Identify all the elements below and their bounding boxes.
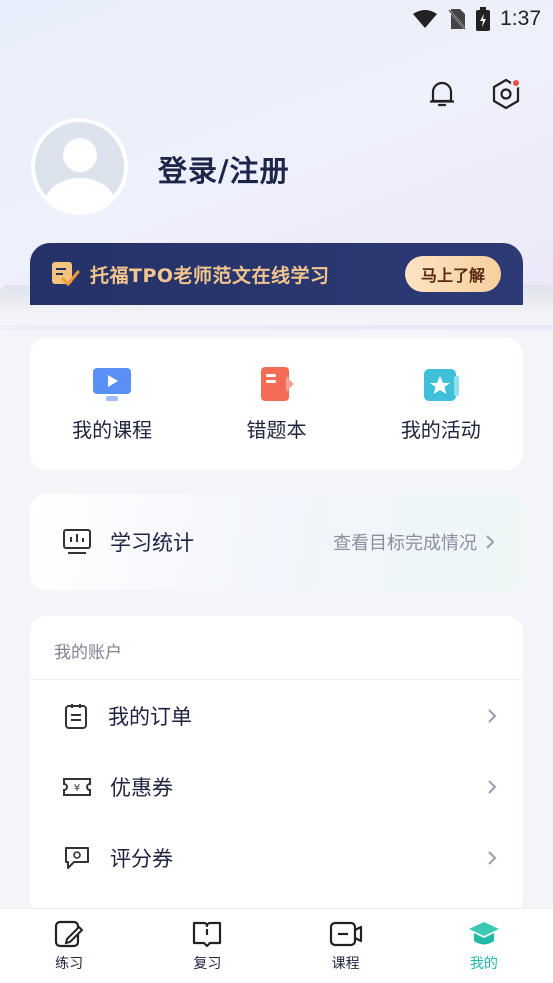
login-register-link[interactable]: 登录/注册 bbox=[158, 148, 290, 190]
no-sim-icon bbox=[448, 9, 466, 30]
status-bar: 1:37 bbox=[0, 0, 553, 38]
my-courses-button[interactable]: 我的课程 bbox=[37, 366, 187, 443]
bell-icon bbox=[430, 81, 454, 107]
error-book-button[interactable]: 错题本 bbox=[201, 366, 351, 443]
battery-icon bbox=[476, 7, 491, 31]
course-play-icon bbox=[93, 367, 132, 401]
quick-action-label: 我的活动 bbox=[400, 417, 481, 442]
banner-learn-more-button[interactable]: 马上了解 bbox=[404, 256, 501, 292]
quick-action-label: 我的课程 bbox=[72, 417, 153, 442]
settings-button[interactable] bbox=[489, 76, 523, 112]
promo-banner[interactable]: 托福TPO老师范文在线学习 马上了解 bbox=[30, 243, 523, 305]
row-label: 评分券 bbox=[110, 846, 173, 871]
tab-mine[interactable]: 我的 bbox=[434, 919, 534, 973]
stats-title: 学习统计 bbox=[110, 531, 194, 555]
wifi-icon bbox=[413, 10, 438, 28]
tab-course[interactable]: 课程 bbox=[296, 919, 396, 973]
score-voucher-row[interactable]: 评分券 bbox=[30, 822, 523, 893]
stats-chart-icon bbox=[63, 529, 91, 554]
chevron-right-icon bbox=[488, 708, 497, 723]
status-time: 1:37 bbox=[500, 7, 541, 30]
essay-check-icon bbox=[52, 262, 80, 287]
learning-stats-row[interactable]: 学习统计 查看目标完成情况 bbox=[30, 494, 523, 590]
order-icon bbox=[65, 703, 87, 729]
my-activities-button[interactable]: 我的活动 bbox=[366, 366, 516, 443]
stats-link[interactable]: 查看目标完成情况 bbox=[333, 529, 495, 555]
tab-label: 复习 bbox=[193, 956, 222, 972]
tab-review[interactable]: 复习 bbox=[157, 919, 257, 973]
notification-button[interactable] bbox=[425, 76, 459, 112]
chevron-right-icon bbox=[486, 535, 495, 549]
stats-link-text: 查看目标完成情况 bbox=[333, 533, 477, 554]
account-heading: 我的账户 bbox=[30, 616, 523, 680]
star-activity-icon bbox=[423, 368, 459, 401]
avatar[interactable] bbox=[31, 118, 128, 215]
bottom-tab-bar: 练习 复习 课程 我的 bbox=[0, 908, 553, 983]
tab-label: 课程 bbox=[331, 956, 360, 972]
quick-action-label: 错题本 bbox=[246, 417, 307, 442]
banner-text: 托福TPO老师范文在线学习 bbox=[90, 264, 330, 287]
svg-text:¥: ¥ bbox=[74, 783, 80, 794]
tab-practice[interactable]: 练习 bbox=[19, 919, 119, 973]
chevron-right-icon bbox=[488, 850, 497, 865]
quick-actions-card: 我的课程 错题本 我的活动 bbox=[30, 338, 523, 470]
review-icon bbox=[193, 921, 222, 948]
score-voucher-icon bbox=[65, 846, 89, 869]
tab-label: 我的 bbox=[469, 956, 498, 972]
row-label: 我的订单 bbox=[108, 704, 192, 729]
account-card: 我的账户 我的订单 ¥ 优惠券 评分券 bbox=[30, 616, 523, 916]
row-label: 优惠券 bbox=[110, 775, 173, 800]
tab-label: 练习 bbox=[55, 956, 84, 972]
settings-badge-dot bbox=[511, 78, 521, 88]
error-book-icon bbox=[261, 366, 295, 401]
mine-icon bbox=[468, 922, 499, 945]
coupon-icon: ¥ bbox=[63, 777, 91, 796]
coupons-row[interactable]: ¥ 优惠券 bbox=[30, 751, 523, 822]
chevron-right-icon bbox=[488, 779, 497, 794]
course-icon bbox=[329, 921, 362, 947]
my-orders-row[interactable]: 我的订单 bbox=[30, 680, 523, 751]
practice-icon bbox=[55, 920, 84, 948]
